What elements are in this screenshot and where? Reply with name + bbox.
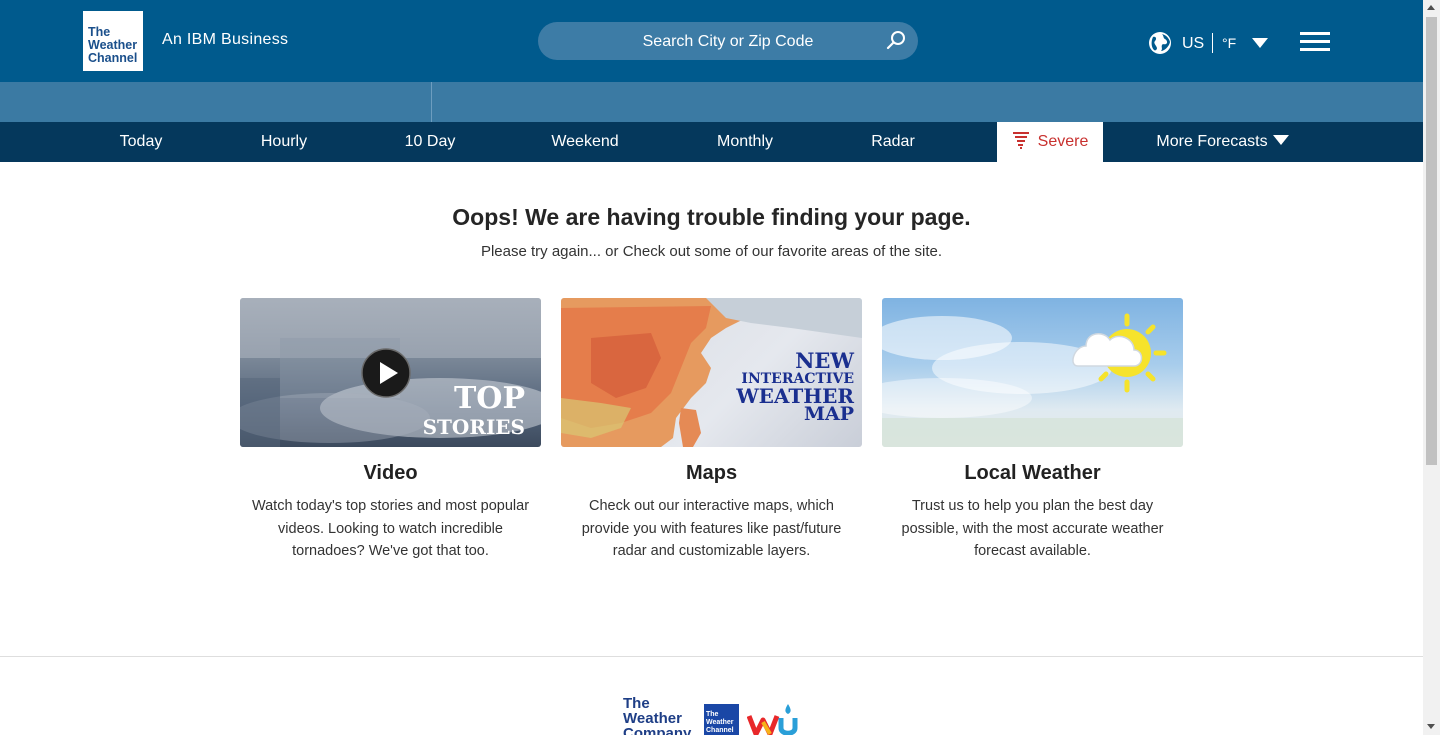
video-overlay-stories: STORIES [422,415,525,439]
page: The Weather Channel An IBM Business Search… [0,0,1423,735]
tornado-icon [1012,132,1029,149]
nav-tab-10-day[interactable]: 10 Day [390,122,470,162]
video-thumbnail[interactable]: TOP STORIES [240,298,541,447]
maps-card-description: Check out our interactive maps, which pr… [581,498,842,559]
error-subtitle: Please try again... or Check out some of… [480,243,943,260]
location-band [0,82,1423,122]
vertical-scrollbar[interactable] [1423,0,1440,735]
weather-channel-footer-logo-text: The Weather Channel [706,711,734,734]
scroll-down-arrow-icon[interactable] [1427,724,1435,729]
local-weather-card-description: Trust us to help you plan the best day p… [901,498,1164,559]
scrollbar-thumb[interactable] [1426,17,1437,465]
maps-overlay-map: MAP [803,403,854,425]
nav-tab-weekend[interactable]: Weekend [540,122,630,162]
search-bar[interactable]: Search City or Zip Code [538,22,918,60]
weather-company-logo[interactable]: The Weather Company [623,696,693,735]
weather-company-logo-text: The Weather Company [623,695,692,735]
ibm-tagline: An IBM Business [162,31,289,48]
local-weather-card-title[interactable]: Local Weather [882,462,1183,485]
nav-tab-hourly[interactable]: Hourly [244,122,324,162]
video-card-description: Watch today's top stories and most popul… [251,498,530,559]
footer-divider [0,656,1423,657]
play-icon[interactable] [361,348,411,398]
chevron-down-icon [1272,135,1289,145]
globe-icon[interactable] [1148,31,1172,55]
error-title: Oops! We are having trouble finding your… [452,204,971,230]
nav-tab-monthly[interactable]: Monthly [700,122,790,162]
band-divider [431,82,432,122]
unit-divider [1212,33,1213,53]
maps-card-title[interactable]: Maps [561,462,862,485]
partly-sunny-graphic [882,313,1183,447]
search-input[interactable]: Search City or Zip Code [538,33,918,51]
more-forecasts-label: More Forecasts [1156,133,1268,150]
video-overlay-top: TOP [453,381,525,416]
top-header: The Weather Channel An IBM Business Search… [0,0,1423,82]
region-toggle[interactable]: US [1182,35,1204,53]
search-icon[interactable] [886,30,906,50]
hamburger-menu-icon[interactable] [1300,32,1330,52]
nav-tab-severe[interactable]: Severe [997,122,1103,162]
video-card-title[interactable]: Video [240,462,541,485]
nav-tab-today[interactable]: Today [101,122,181,162]
local-weather-thumbnail[interactable] [882,298,1183,447]
forecast-nav: Today Hourly 10 Day Weekend Monthly Rada… [0,122,1423,162]
weather-channel-footer-logo[interactable]: The Weather Channel [704,704,739,735]
maps-thumbnail[interactable]: NEW INTERACTIVE WEATHER MAP [561,298,862,447]
chevron-down-icon[interactable] [1252,38,1268,48]
scroll-up-arrow-icon[interactable] [1427,5,1435,10]
logo-text: The Weather Channel [88,25,138,65]
severe-label: Severe [1037,133,1089,150]
maps-overlay-new: NEW [795,348,854,373]
nav-tab-radar[interactable]: Radar [858,122,928,162]
nav-more-forecasts[interactable]: More Forecasts [1150,122,1295,162]
wunderground-logo[interactable] [747,702,801,735]
weather-channel-logo[interactable]: The Weather Channel [83,11,143,71]
temperature-unit[interactable]: °F [1222,35,1236,51]
